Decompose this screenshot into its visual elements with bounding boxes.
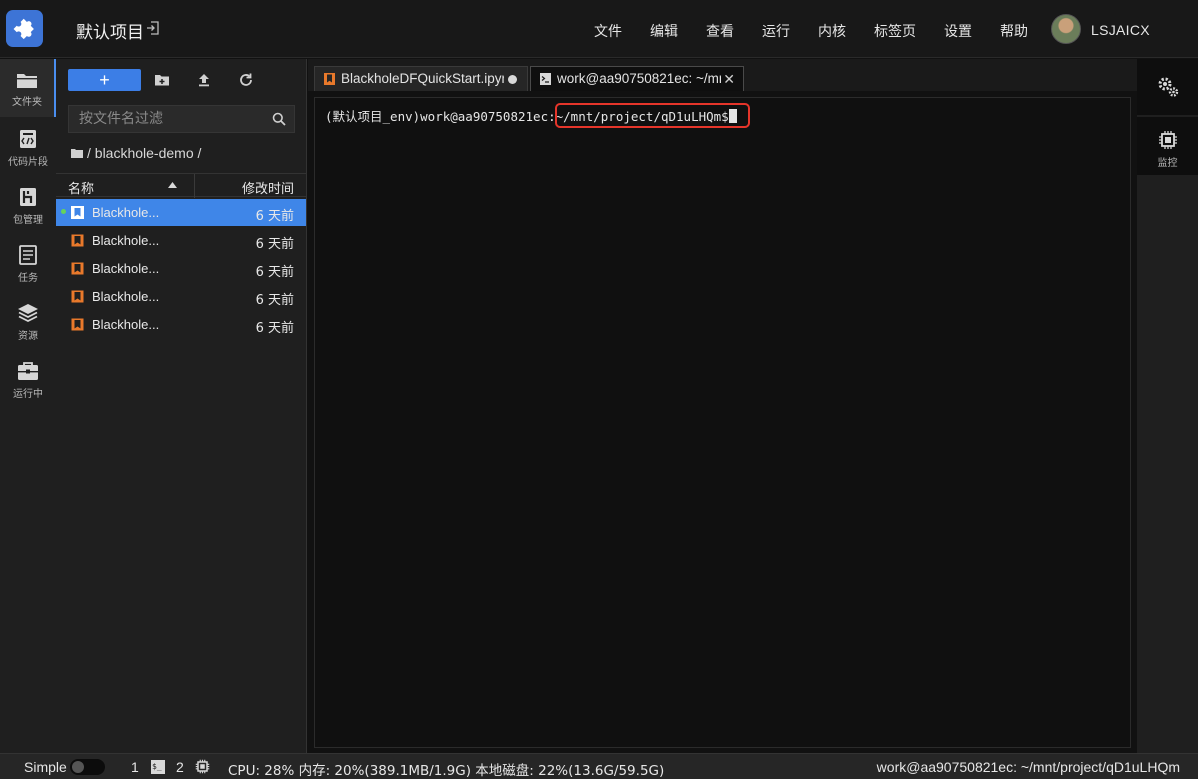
breadcrumb[interactable]: / blackhole-demo /: [71, 145, 201, 161]
activity-label: 任务: [18, 273, 38, 284]
menu-edit[interactable]: 编辑: [650, 21, 678, 41]
menu-tabs[interactable]: 标签页: [874, 21, 916, 41]
annotation-highlight-box: [555, 103, 750, 128]
toggle-knob: [72, 761, 84, 773]
right-sidebar: 监控: [1137, 59, 1198, 753]
simple-mode-label: Simple: [24, 759, 67, 775]
activity-snippets[interactable]: 代码片段: [0, 117, 56, 175]
snippet-icon: [20, 130, 36, 148]
file-row[interactable]: Blackhole... 6 天前: [56, 311, 306, 338]
new-launcher-button[interactable]: +: [68, 69, 141, 91]
terminal-icon: [540, 73, 551, 85]
briefcase-icon: [18, 362, 38, 380]
simple-mode-toggle[interactable]: [70, 759, 105, 775]
prompt-prefix: (默认项目_env)work@aa90750821ec: [325, 109, 549, 124]
terminal-count[interactable]: 2: [176, 759, 184, 775]
settings-panel-button[interactable]: [1137, 59, 1198, 115]
username[interactable]: LSJAICX: [1091, 22, 1150, 38]
notebook-icon: [71, 290, 84, 303]
notebook-icon: [324, 73, 335, 85]
app-logo[interactable]: [6, 10, 43, 47]
activity-packages[interactable]: 包管理: [0, 175, 56, 233]
chip-icon: [1158, 131, 1177, 149]
menu-help[interactable]: 帮助: [1000, 21, 1028, 41]
file-browser: + / blackhole-demo / 名称 修改时间: [56, 59, 307, 753]
chip-icon[interactable]: [195, 759, 210, 774]
file-name: Blackhole...: [92, 205, 160, 220]
notebook-icon: [71, 262, 84, 275]
tab-label: work@aa90750821ec: ~/mnt: [557, 71, 721, 86]
tab-bar: BlackholeDFQuickStart.ipynb work@aa90750…: [308, 59, 1137, 91]
gears-icon: [1158, 77, 1178, 97]
file-row[interactable]: Blackhole... 6 天前: [56, 283, 306, 310]
package-icon: [20, 188, 36, 206]
file-list-header: 名称 修改时间: [56, 173, 306, 198]
folder-icon: [71, 149, 83, 158]
file-row[interactable]: Blackhole... 6 天前: [56, 255, 306, 282]
file-filter: [68, 105, 295, 133]
menu-kernel[interactable]: 内核: [818, 21, 846, 41]
file-modified: 6 天前: [255, 321, 294, 336]
folder-icon: [17, 74, 37, 88]
menu-view[interactable]: 查看: [706, 21, 734, 41]
breadcrumb-path[interactable]: / blackhole-demo /: [87, 145, 201, 161]
file-modified: 6 天前: [255, 237, 294, 252]
menu-settings[interactable]: 设置: [944, 21, 972, 41]
status-bar: Simple 1 $_ 2 CPU: 28% 内存: 20%(389.1MB/1…: [0, 753, 1198, 779]
resource-usage: CPU: 28% 内存: 20%(389.1MB/1.9G) 本地磁盘: 22%…: [228, 763, 665, 779]
activity-folder[interactable]: 文件夹: [0, 59, 56, 117]
file-name: Blackhole...: [92, 233, 160, 248]
sort-asc-icon[interactable]: [168, 182, 177, 188]
kernel-count[interactable]: 1: [131, 759, 139, 775]
notebook-icon: [71, 318, 84, 331]
file-name: Blackhole...: [92, 261, 160, 276]
column-divider[interactable]: [194, 174, 195, 198]
new-folder-icon[interactable]: [153, 71, 171, 89]
puzzle-icon: [13, 18, 34, 39]
activity-tasks[interactable]: 任务: [0, 233, 56, 291]
activity-bar: 文件夹 代码片段 包管理 任务 资源 运行中: [0, 59, 56, 753]
file-modified: 6 天前: [255, 293, 294, 308]
activity-label: 运行中: [13, 389, 43, 400]
file-name: Blackhole...: [92, 317, 160, 332]
project-title[interactable]: 默认项目: [76, 18, 144, 43]
monitor-label: 监控: [1157, 158, 1178, 169]
file-row[interactable]: Blackhole... 6 天前: [56, 199, 306, 226]
activity-label: 文件夹: [12, 97, 42, 108]
filter-input[interactable]: [69, 106, 259, 132]
layers-icon: [18, 304, 38, 323]
monitor-panel-button[interactable]: 监控: [1137, 117, 1198, 175]
tab-terminal[interactable]: work@aa90750821ec: ~/mnt ✕: [530, 66, 744, 91]
upload-icon[interactable]: [195, 71, 213, 89]
avatar[interactable]: [1051, 14, 1081, 44]
exit-project-icon[interactable]: [146, 21, 160, 35]
column-modified[interactable]: 修改时间: [242, 178, 294, 197]
file-name: Blackhole...: [92, 289, 160, 304]
menu-run[interactable]: 运行: [762, 21, 790, 41]
top-bar: 默认项目 文件 编辑 查看 运行 内核 标签页 设置 帮助 LSJAICX: [0, 0, 1198, 58]
file-modified: 6 天前: [255, 265, 294, 280]
file-modified: 6 天前: [255, 209, 294, 224]
refresh-icon[interactable]: [237, 71, 255, 89]
column-name[interactable]: 名称: [68, 178, 94, 197]
terminal-icon[interactable]: $_: [151, 760, 165, 774]
notebook-icon: [71, 206, 84, 219]
terminal-pane[interactable]: (默认项目_env)work@aa90750821ec:~/mnt/projec…: [314, 97, 1131, 748]
activity-running[interactable]: 运行中: [0, 349, 56, 407]
notebook-icon: [71, 234, 84, 247]
menu-file[interactable]: 文件: [594, 21, 622, 41]
close-icon[interactable]: ✕: [723, 71, 735, 88]
active-terminal-path: work@aa90750821ec: ~/mnt/project/qD1uLHQ…: [876, 759, 1180, 775]
activity-label: 代码片段: [8, 157, 48, 168]
tab-notebook[interactable]: BlackholeDFQuickStart.ipynb: [314, 66, 528, 91]
task-icon: [19, 245, 37, 265]
activity-resources[interactable]: 资源: [0, 291, 56, 349]
search-icon[interactable]: [272, 112, 286, 126]
activity-label: 资源: [18, 331, 38, 342]
running-indicator: [61, 209, 66, 214]
tab-label: BlackholeDFQuickStart.ipynb: [341, 71, 504, 86]
unsaved-indicator[interactable]: [508, 75, 517, 84]
file-row[interactable]: Blackhole... 6 天前: [56, 227, 306, 254]
activity-label: 包管理: [13, 215, 43, 226]
